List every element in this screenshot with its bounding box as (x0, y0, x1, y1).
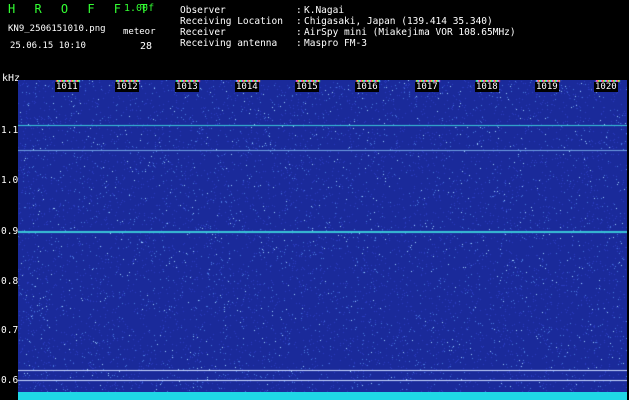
info-label: Observer (180, 5, 226, 16)
x-tick-label: 1014 (235, 82, 259, 92)
y-tick-label: 0.8 (1, 276, 19, 287)
info-separator: : (296, 27, 302, 38)
x-tick-label: 1012 (115, 82, 139, 92)
x-tick-label: 1019 (535, 82, 559, 92)
y-tick-label: 0.7 (1, 325, 19, 336)
image-filename: KN9_2506151010.png (8, 24, 106, 34)
meteor-count-value: 28 (140, 41, 153, 52)
x-tick-label: 1013 (175, 82, 199, 92)
y-tick-label: 0.9 (1, 226, 19, 237)
spectrogram-waterfall (18, 80, 627, 396)
y-tick-label: 1.1 (1, 125, 19, 136)
y-tick-label: 1.0 (1, 175, 19, 186)
info-label: Receiving Location (180, 16, 283, 27)
capture-timestamp: 25.06.15 10:10 (10, 41, 86, 51)
info-row-antenna: Receiving antenna : Maspro FM-3 (180, 38, 620, 50)
x-tick-label: 1015 (295, 82, 319, 92)
info-label: Receiving antenna (180, 38, 278, 49)
info-separator: : (296, 16, 302, 27)
x-tick-label: 1017 (415, 82, 439, 92)
y-tick-label: 0.6 (1, 375, 19, 386)
x-tick-label: 1020 (594, 82, 618, 92)
info-value: Chigasaki, Japan (139.414 35.340) (304, 16, 493, 27)
x-tick-label: 1011 (55, 82, 79, 92)
info-value: Maspro FM-3 (304, 38, 367, 49)
signal-level-bar (18, 392, 627, 400)
app-version: 1.00f (124, 3, 155, 14)
info-value: AirSpy mini (Miakejima VOR 108.65MHz) (304, 27, 516, 38)
info-separator: : (296, 38, 302, 49)
info-label: Receiver (180, 27, 226, 38)
x-tick-label: 1018 (475, 82, 499, 92)
x-tick-label: 1016 (355, 82, 379, 92)
header-panel: H R O F F T 1.00f KN9_2506151010.png met… (0, 0, 629, 84)
info-separator: : (296, 5, 302, 16)
info-value: K.Nagai (304, 5, 345, 16)
meteor-count-label: meteor (123, 27, 156, 37)
